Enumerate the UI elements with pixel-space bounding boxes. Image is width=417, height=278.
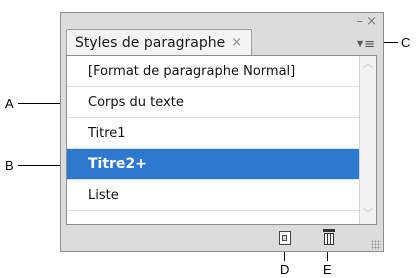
panel-footer	[61, 226, 383, 252]
callout-d: D	[280, 262, 290, 277]
callout-b-line	[18, 165, 66, 166]
tab-paragraph-styles[interactable]: Styles de paragraphe ×	[66, 29, 252, 55]
list-item[interactable]: Corps du texte	[67, 87, 360, 118]
vertical-scrollbar[interactable]: ︿ ﹀	[359, 56, 376, 224]
close-panel-button[interactable]: ×	[366, 15, 377, 28]
list-item[interactable]: [Format de paragraphe Normal]	[67, 56, 360, 87]
list-item[interactable]: Titre1	[67, 118, 360, 149]
list-item[interactable]: Liste	[67, 180, 360, 211]
trash-icon[interactable]	[323, 229, 335, 245]
styles-list: [Format de paragraphe Normal] Corps du t…	[66, 55, 377, 225]
callout-e: E	[323, 262, 332, 277]
callout-c: C	[401, 35, 411, 50]
new-style-icon[interactable]	[279, 231, 291, 245]
panel-menu-icon[interactable]: ▼≡	[357, 38, 375, 51]
paragraph-styles-panel: – × Styles de paragraphe × ▼≡ [Format de…	[60, 12, 384, 252]
tab-label: Styles de paragraphe	[75, 34, 226, 51]
minimize-button[interactable]: –	[357, 15, 364, 28]
callout-a: A	[5, 96, 14, 111]
list-item-selected[interactable]: Titre2+	[67, 149, 360, 180]
resize-grip-icon[interactable]	[371, 240, 381, 250]
scroll-up-icon[interactable]: ︿	[361, 58, 375, 72]
scroll-down-icon[interactable]: ﹀	[361, 208, 375, 222]
callout-b: B	[5, 158, 14, 173]
callout-a-line	[18, 103, 66, 104]
tab-close-icon[interactable]: ×	[231, 35, 242, 50]
